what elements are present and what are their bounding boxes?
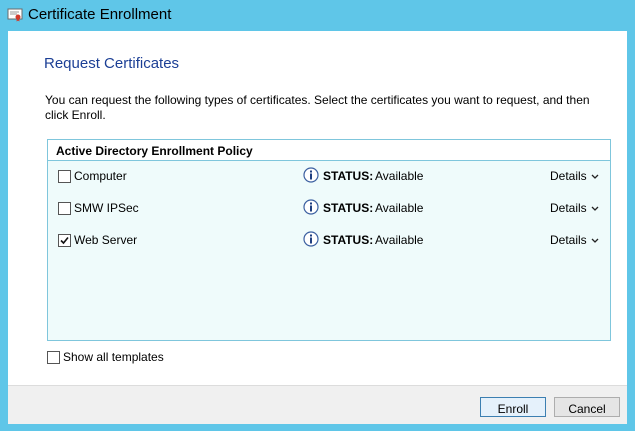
show-all-templates-label: Show all templates — [63, 350, 164, 364]
enrollment-policy-panel: Active Directory Enrollment Policy Compu… — [47, 139, 611, 341]
web-server-checkbox[interactable] — [58, 234, 71, 247]
enroll-button[interactable]: Enroll — [480, 397, 546, 417]
status-label: STATUS: — [323, 201, 374, 215]
certificate-name: Web Server — [74, 233, 138, 247]
checkmark-icon — [60, 236, 69, 245]
certificate-row-smw-ipsec: SMW IPSec STATUS: Available Details — [48, 199, 610, 219]
info-icon — [303, 167, 319, 183]
page-heading: Request Certificates — [44, 55, 180, 72]
dialog-footer: Enroll Cancel — [8, 385, 627, 424]
certificate-name: Computer — [74, 169, 127, 183]
status-value: Available — [375, 169, 424, 183]
smw-ipsec-checkbox[interactable] — [58, 202, 71, 215]
details-toggle-web-server[interactable]: Details — [550, 233, 599, 247]
title-bar[interactable]: Certificate Enrollment — [0, 0, 635, 31]
certificate-name: SMW IPSec — [74, 201, 139, 215]
certificate-row-web-server: Web Server STATUS: Available Details — [48, 231, 610, 251]
policy-title: Active Directory Enrollment Policy — [56, 144, 253, 158]
intro-text: You can request the following types of c… — [45, 93, 590, 122]
details-label: Details — [550, 169, 587, 183]
details-label: Details — [550, 233, 587, 247]
certificate-enrollment-window: Certificate Enrollment Request Certifica… — [0, 0, 635, 431]
details-label: Details — [550, 201, 587, 215]
status-value: Available — [375, 233, 424, 247]
status-value: Available — [375, 201, 424, 215]
info-icon — [303, 231, 319, 247]
show-all-templates-checkbox[interactable] — [47, 351, 60, 364]
dialog-content: Request Certificates You can request the… — [8, 31, 627, 424]
computer-checkbox[interactable] — [58, 170, 71, 183]
details-toggle-smw-ipsec[interactable]: Details — [550, 201, 599, 215]
cancel-button[interactable]: Cancel — [554, 397, 620, 417]
window-title: Certificate Enrollment — [28, 6, 172, 23]
certificate-icon — [7, 8, 23, 22]
chevron-down-icon — [591, 233, 599, 247]
info-icon — [303, 199, 319, 215]
policy-header: Active Directory Enrollment Policy — [48, 140, 610, 161]
details-toggle-computer[interactable]: Details — [550, 169, 599, 183]
chevron-down-icon — [591, 201, 599, 215]
status-label: STATUS: — [323, 169, 374, 183]
status-label: STATUS: — [323, 233, 374, 247]
chevron-down-icon — [591, 169, 599, 183]
certificate-row-computer: Computer STATUS: Available Details — [48, 167, 610, 187]
